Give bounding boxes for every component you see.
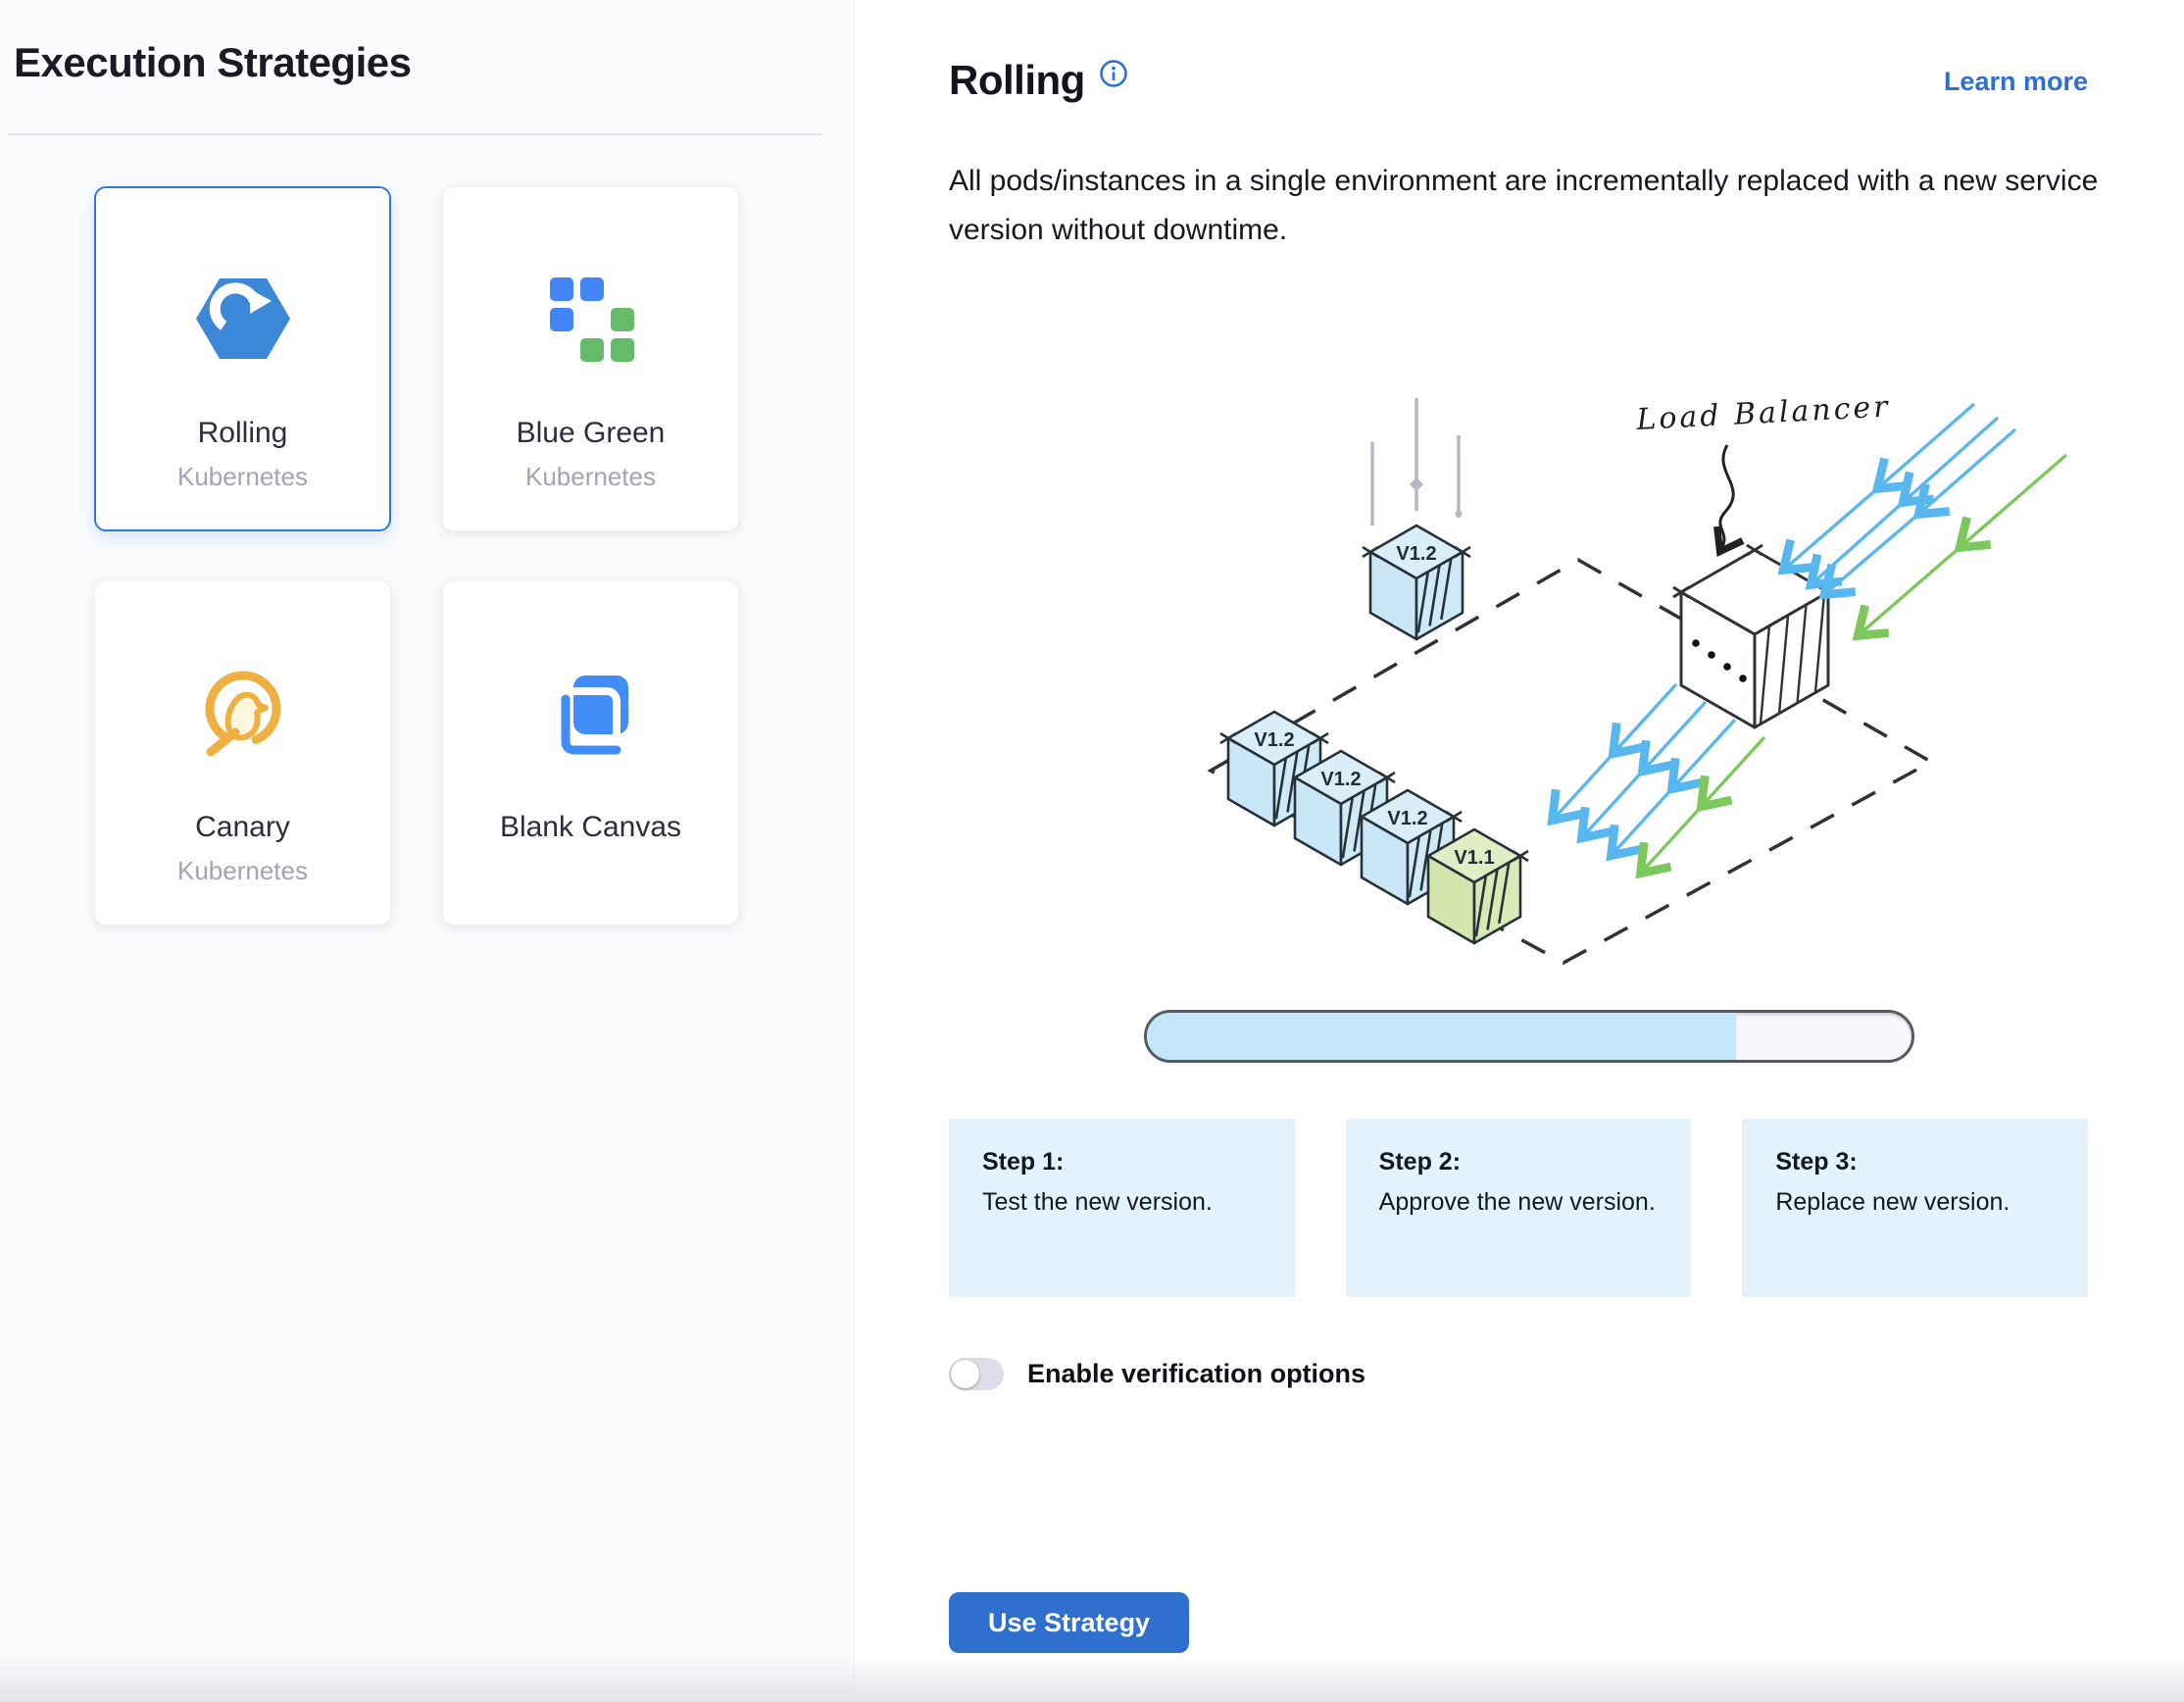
- step-text: Test the new version.: [982, 1188, 1262, 1217]
- strategy-detail-panel: Rolling Learn more All pods/instances in…: [855, 0, 2184, 1702]
- strategy-card-blue-green[interactable]: Blue Green Kubernetes: [442, 186, 739, 531]
- strategy-description: All pods/instances in a single environme…: [949, 157, 2106, 255]
- step-text: Replace new version.: [1775, 1188, 2055, 1217]
- crane-lines: [1372, 398, 1463, 526]
- verification-toggle-row: Enable verification options: [949, 1358, 2088, 1390]
- svg-text:V1.2: V1.2: [1254, 729, 1294, 751]
- detail-header: Rolling Learn more: [949, 57, 2088, 104]
- load-balancer-label: Load Balancer: [1635, 389, 1892, 437]
- canary-icon: [196, 666, 290, 760]
- detail-title: Rolling: [949, 57, 1085, 104]
- learn-more-link[interactable]: Learn more: [1944, 67, 2088, 97]
- step-title: Step 1:: [982, 1148, 1262, 1176]
- rolling-icon: [196, 272, 290, 366]
- svg-text:V1.2: V1.2: [1396, 543, 1436, 565]
- strategy-card-label: Blue Green: [517, 417, 666, 450]
- strategy-cards-grid: Rolling Kubernetes Blue Green Kubernetes: [94, 186, 854, 926]
- divider: [8, 133, 822, 135]
- step-card-3: Step 3: Replace new version.: [1742, 1119, 2088, 1297]
- verification-toggle[interactable]: [949, 1358, 1004, 1390]
- blue-green-icon: [544, 272, 638, 366]
- load-balancer-pointer-arrow: [1720, 445, 1733, 549]
- strategy-card-rolling[interactable]: Rolling Kubernetes: [94, 186, 391, 531]
- strategy-card-sublabel: Kubernetes: [525, 462, 656, 492]
- step-title: Step 3:: [1775, 1148, 2055, 1176]
- strategy-card-sublabel: Kubernetes: [177, 462, 308, 492]
- step-title: Step 2:: [1379, 1148, 1659, 1176]
- strategy-card-canary[interactable]: Canary Kubernetes: [94, 580, 391, 926]
- strategy-card-label: Canary: [195, 811, 290, 844]
- progress-fill: [1147, 1013, 1736, 1060]
- blank-canvas-icon: [544, 666, 638, 760]
- step-card-1: Step 1: Test the new version.: [949, 1119, 1295, 1297]
- svg-text:V1.2: V1.2: [1320, 769, 1361, 790]
- steps-row: Step 1: Test the new version. Step 2: Ap…: [949, 1119, 2088, 1297]
- strategy-card-sublabel: Kubernetes: [177, 856, 308, 886]
- execution-strategies-panel: Execution Strategies Rolling Kubernetes: [0, 0, 855, 1702]
- toggle-knob: [951, 1360, 979, 1388]
- cube-incoming-pod: V1.2: [1363, 526, 1470, 639]
- svg-text:V1.2: V1.2: [1387, 808, 1427, 829]
- page-title: Execution Strategies: [14, 39, 854, 86]
- rolling-strategy-illustration: V1.2 V1.2 V1.2: [1127, 339, 2098, 967]
- load-balancer-box: [1673, 545, 1828, 727]
- step-text: Approve the new version.: [1379, 1188, 1659, 1217]
- verification-toggle-label: Enable verification options: [1027, 1359, 1365, 1389]
- info-icon[interactable]: [1099, 59, 1128, 88]
- step-card-2: Step 2: Approve the new version.: [1346, 1119, 1692, 1297]
- use-strategy-button[interactable]: Use Strategy: [949, 1592, 1189, 1653]
- strategy-card-blank-canvas[interactable]: Blank Canvas: [442, 580, 739, 926]
- strategy-card-label: Rolling: [198, 417, 288, 450]
- svg-text:V1.1: V1.1: [1454, 847, 1494, 869]
- cube-old-version-pod: V1.1: [1428, 829, 1528, 943]
- rollout-progress-bar: [1144, 1010, 1914, 1063]
- strategy-card-label: Blank Canvas: [500, 811, 681, 844]
